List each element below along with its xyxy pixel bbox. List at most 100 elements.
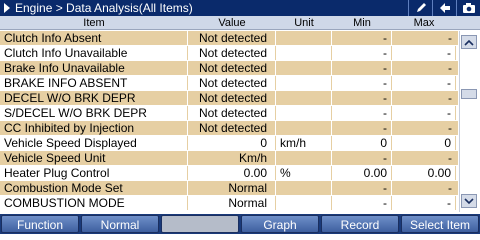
row-value-cell: Not detected (188, 61, 276, 75)
header-min: Min (353, 17, 371, 29)
chevron-down-icon (464, 194, 474, 208)
row-unit-cell (276, 61, 332, 75)
table-row[interactable]: Vehicle Speed Displayed 0 km/h 0 0 (0, 136, 458, 151)
row-min-cell: - (332, 76, 392, 90)
row-min-cell: - (332, 121, 392, 135)
row-unit-cell (276, 31, 332, 45)
function-bar: Function Normal Graph Record Select Item (0, 214, 480, 234)
row-item-cell: Heater Plug Control (0, 166, 188, 180)
row-value-cell: Not detected (188, 76, 276, 90)
row-unit-cell (276, 76, 332, 90)
row-min-cell: - (332, 196, 392, 210)
row-min-cell: - (332, 181, 392, 195)
header-max: Max (413, 17, 435, 29)
row-max-cell: - (392, 76, 456, 90)
row-item-cell: Brake Info Unavailable (0, 61, 188, 75)
row-min-cell: - (332, 46, 392, 60)
graph-button[interactable]: Graph (241, 215, 319, 233)
table-row[interactable]: Clutch Info Unavailable Not detected - - (0, 46, 458, 61)
row-unit-cell (276, 151, 332, 165)
row-item-cell: Vehicle Speed Unit (0, 151, 188, 165)
row-value-cell: 0.00 (188, 166, 276, 180)
page-title: Engine > Data Analysis(All Items) (15, 1, 193, 15)
row-min-cell: 0.00 (332, 166, 392, 180)
table-row[interactable]: Clutch Info Absent Not detected - - (0, 31, 458, 46)
row-unit-cell: % (276, 166, 332, 180)
scroll-down-button[interactable] (461, 194, 477, 208)
row-item-cell: CC Inhibited by Injection (0, 121, 188, 135)
row-unit-cell (276, 46, 332, 60)
camera-button[interactable] (456, 0, 480, 16)
title-bar: Engine > Data Analysis(All Items) (0, 0, 480, 16)
table-row[interactable]: Brake Info Unavailable Not detected - - (0, 61, 458, 76)
row-unit-cell: km/h (276, 136, 332, 150)
row-min-cell: - (332, 91, 392, 105)
row-max-cell: - (448, 91, 452, 105)
row-value-cell: Not detected (188, 46, 276, 60)
row-value-cell: Not detected (188, 121, 276, 135)
row-value-cell: Km/h (188, 151, 276, 165)
table-row[interactable]: DECEL W/O BRK DEPR Not detected - - (0, 91, 458, 106)
row-unit-cell (276, 106, 332, 120)
table-row[interactable]: CC Inhibited by Injection Not detected - - (0, 121, 458, 136)
row-max-cell: - (448, 31, 452, 45)
row-max-cell: - (392, 106, 456, 120)
row-value-cell: Not detected (188, 106, 276, 120)
row-max-cell: - (392, 196, 456, 210)
row-min-cell: - (332, 31, 392, 45)
row-max-cell: 0.00 (392, 166, 456, 180)
row-item-cell: S/DECEL W/O BRK DEPR (0, 106, 188, 120)
row-min-cell: - (332, 151, 392, 165)
row-item-cell: BRAKE INFO ABSENT (0, 76, 188, 90)
row-max-cell: - (448, 121, 452, 135)
camera-icon (462, 2, 476, 14)
header-value: Value (218, 17, 246, 29)
row-item-cell: Vehicle Speed Displayed (0, 136, 188, 150)
table-row[interactable]: Combustion Mode Set Normal - - (0, 181, 458, 196)
row-max-cell: - (448, 181, 452, 195)
header-item: Item (83, 17, 105, 29)
vertical-scrollbar[interactable] (459, 31, 478, 212)
row-unit-cell (276, 196, 332, 210)
row-item-cell: COMBUSTION MODE (0, 196, 188, 210)
chevron-up-icon (464, 35, 474, 49)
row-unit-cell (276, 181, 332, 195)
row-item-cell: Clutch Info Unavailable (0, 46, 188, 60)
row-item-cell: Combustion Mode Set (0, 181, 188, 195)
row-value-cell: Not detected (188, 91, 276, 105)
row-unit-cell (276, 91, 332, 105)
normal-button[interactable]: Normal (81, 215, 159, 233)
row-value-cell: 0 (188, 136, 276, 150)
blank-button (161, 215, 239, 233)
row-value-cell: Not detected (188, 31, 276, 45)
row-unit-cell (276, 121, 332, 135)
row-max-cell: - (448, 151, 452, 165)
row-max-cell: 0 (392, 136, 456, 150)
row-min-cell: - (332, 61, 392, 75)
row-min-cell: 0 (332, 136, 392, 150)
table-row[interactable]: BRAKE INFO ABSENT Not detected - - (0, 76, 458, 91)
table-row[interactable]: COMBUSTION MODE Normal - - (0, 196, 458, 211)
row-max-cell: - (448, 61, 452, 75)
back-button[interactable] (432, 0, 456, 16)
table-header: Item Value Unit Min Max (0, 16, 480, 30)
row-max-cell: - (392, 46, 456, 60)
scroll-thumb[interactable] (461, 89, 477, 99)
back-arrow-icon (439, 2, 451, 14)
function-button[interactable]: Function (1, 215, 79, 233)
row-item-cell: DECEL W/O BRK DEPR (0, 91, 188, 105)
record-button[interactable]: Record (321, 215, 399, 233)
breadcrumb-arrow-icon (2, 0, 12, 16)
table-row[interactable]: Heater Plug Control 0.00% 0.00 0.00 (0, 166, 458, 181)
scroll-up-button[interactable] (461, 35, 477, 49)
pen-icon (415, 2, 427, 14)
table-row[interactable]: S/DECEL W/O BRK DEPR Not detected - - (0, 106, 458, 121)
header-unit: Unit (294, 17, 314, 29)
select-item-button[interactable]: Select Item (401, 215, 479, 233)
pen-button[interactable] (408, 0, 432, 16)
row-value-cell: Normal (188, 196, 276, 210)
row-item-cell: Clutch Info Absent (0, 31, 188, 45)
row-value-cell: Normal (188, 181, 276, 195)
table-row[interactable]: Vehicle Speed Unit Km/h - - (0, 151, 458, 166)
data-table: Clutch Info Absent Not detected - - Clutch I… (0, 31, 458, 212)
